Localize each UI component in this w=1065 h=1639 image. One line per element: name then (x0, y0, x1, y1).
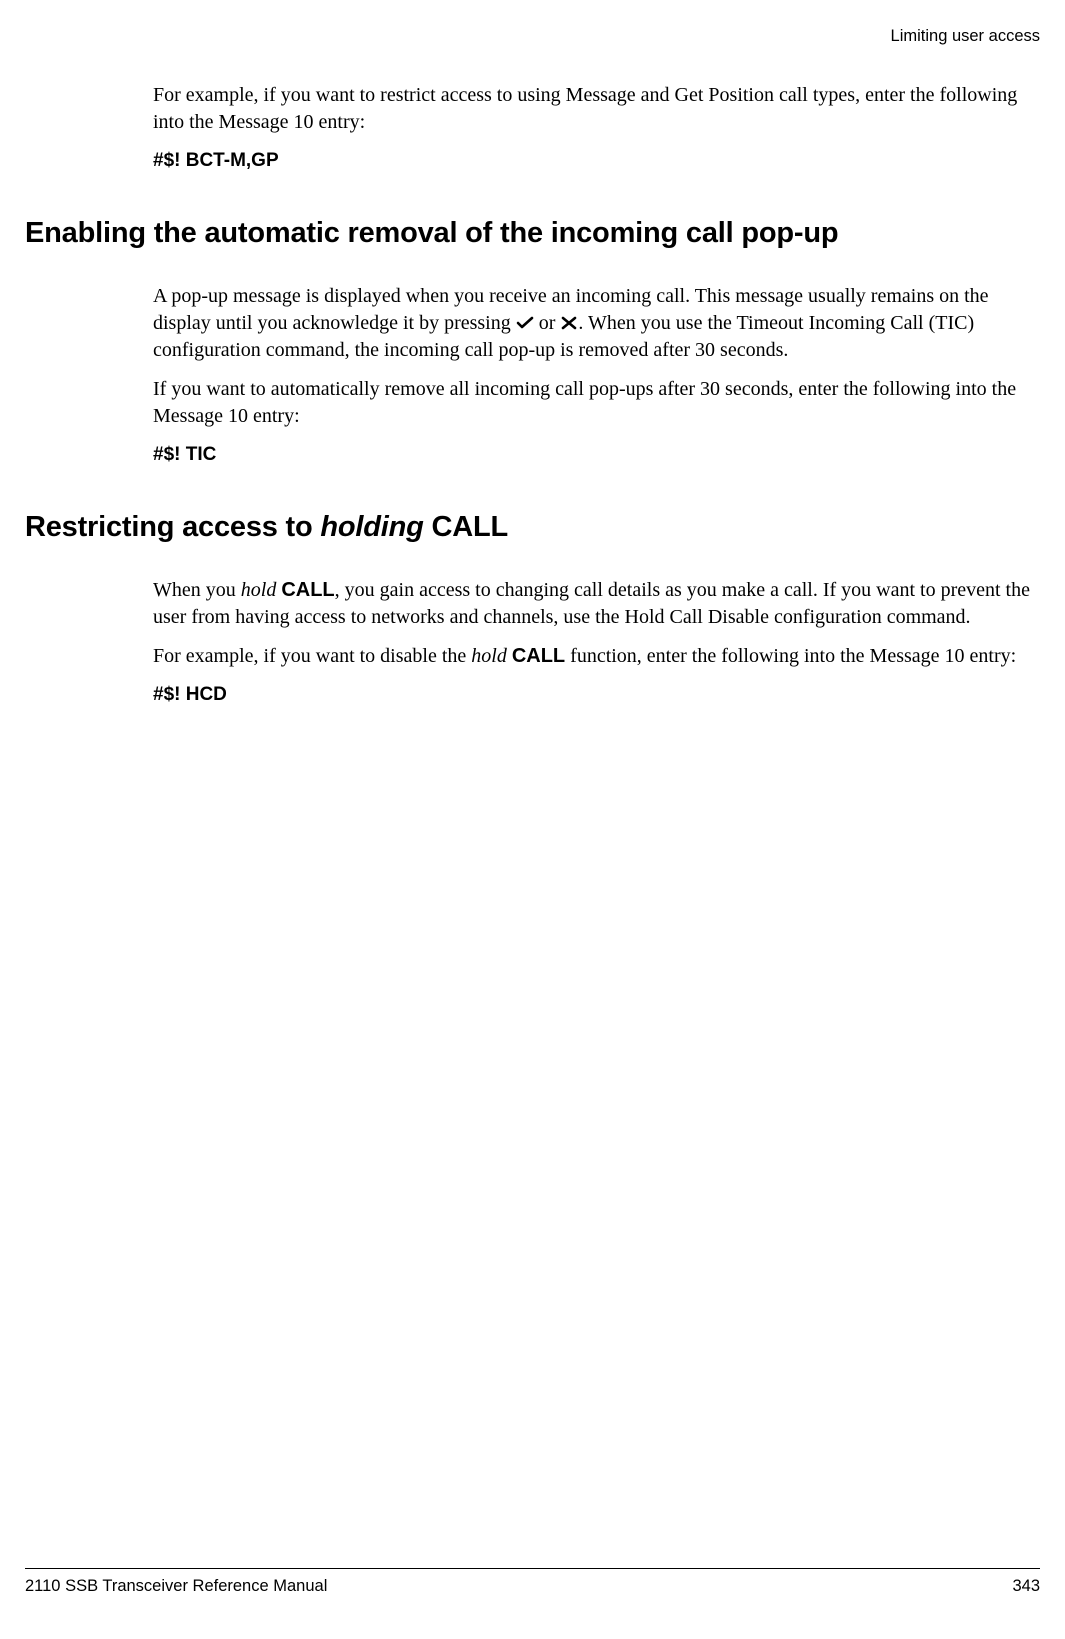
section1-block: A pop-up message is displayed when you r… (153, 283, 1040, 468)
footer-page-number: 343 (1012, 1575, 1040, 1597)
page-footer: 2110 SSB Transceiver Reference Manual 34… (25, 1568, 1040, 1597)
intro-block: For example, if you want to restrict acc… (153, 82, 1040, 174)
section1-command: #$! TIC (153, 442, 1040, 468)
cross-icon (560, 316, 578, 330)
heading-restricting-access: Restricting access to holding CALL (25, 508, 1040, 547)
section2-block: When you hold CALL, you gain access to c… (153, 577, 1040, 708)
section2-paragraph1: When you hold CALL, you gain access to c… (153, 577, 1040, 631)
section2-paragraph2: For example, if you want to disable the … (153, 643, 1040, 670)
footer-manual-title: 2110 SSB Transceiver Reference Manual (25, 1575, 327, 1597)
check-icon (516, 316, 534, 330)
intro-paragraph: For example, if you want to restrict acc… (153, 82, 1040, 136)
header-section: Limiting user access (891, 27, 1040, 45)
section2-command: #$! HCD (153, 682, 1040, 708)
intro-command: #$! BCT-M,GP (153, 148, 1040, 174)
section1-paragraph1: A pop-up message is displayed when you r… (153, 283, 1040, 364)
page-header: Limiting user access (25, 25, 1040, 47)
heading-auto-removal: Enabling the automatic removal of the in… (25, 214, 1040, 253)
section1-paragraph2: If you want to automatically remove all … (153, 376, 1040, 430)
